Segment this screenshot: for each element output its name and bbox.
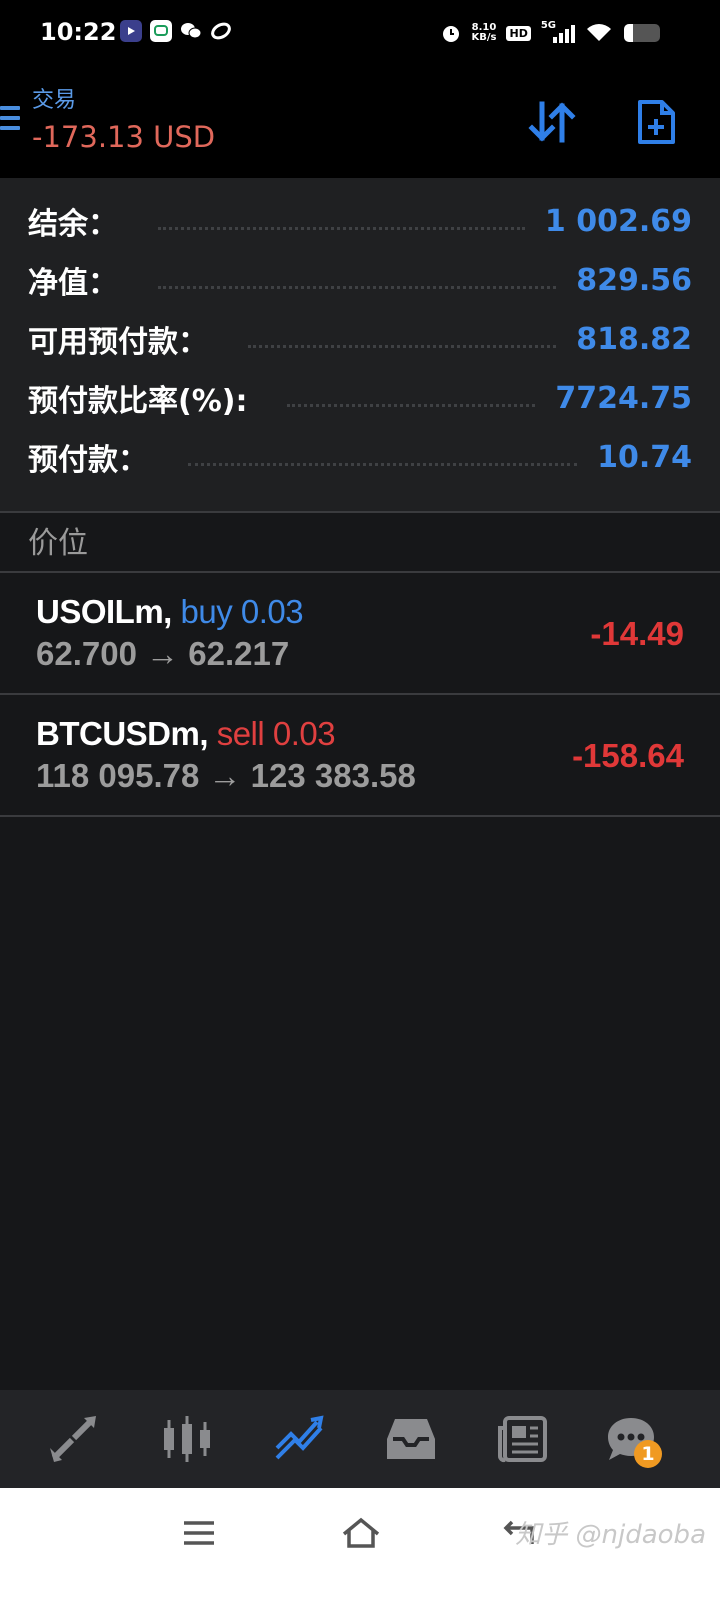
balance-row: 结余： 1 002.69 bbox=[28, 196, 692, 246]
trade-trend-icon bbox=[275, 1415, 324, 1460]
position-profit: -158.64 bbox=[572, 737, 684, 774]
margin-value: 10.74 bbox=[597, 439, 692, 475]
sync-app-icon bbox=[210, 20, 232, 42]
margin-label: 预付款： bbox=[28, 443, 148, 478]
video-app-icon bbox=[120, 20, 142, 42]
bottom-navigation: 1 bbox=[0, 1390, 720, 1488]
nav-messages[interactable]: 1 bbox=[604, 1412, 662, 1468]
balance-label: 结余： bbox=[28, 207, 118, 242]
status-notification-icons bbox=[120, 20, 232, 42]
free-margin-row: 可用预付款： 818.82 bbox=[28, 314, 692, 364]
equity-row: 净值： 829.56 bbox=[28, 255, 692, 305]
position-symbol: USOILm, buy 0.03 bbox=[36, 593, 304, 631]
status-time: 10:22 bbox=[40, 18, 117, 46]
margin-level-row: 预付款比率(%): 7724.75 bbox=[28, 373, 692, 423]
network-type: 5G bbox=[540, 19, 556, 31]
position-divider bbox=[0, 815, 720, 817]
position-profit: -14.49 bbox=[590, 615, 684, 652]
position-side: sell 0.03 bbox=[216, 715, 336, 752]
news-icon bbox=[498, 1416, 547, 1463]
net-speed: 8.10 KB/s bbox=[472, 23, 497, 43]
position-row-2[interactable]: BTCUSDm, sell 0.03 118 095.78 → 123 383.… bbox=[0, 695, 720, 815]
equity-label: 净值： bbox=[28, 266, 118, 301]
sort-arrows-icon bbox=[528, 101, 576, 143]
positions-section-label: 价位 bbox=[28, 526, 88, 561]
hd-icon: HD bbox=[506, 25, 531, 41]
home-icon bbox=[342, 1517, 380, 1548]
home-button[interactable] bbox=[336, 1508, 386, 1558]
system-navigation: 知乎 @njdaoba bbox=[0, 1488, 720, 1600]
position-prices: 118 095.78 → 123 383.58 bbox=[36, 757, 416, 794]
nav-trade[interactable] bbox=[272, 1412, 326, 1466]
wifi-icon bbox=[587, 24, 611, 41]
nav-news[interactable] bbox=[496, 1412, 550, 1466]
battery-icon bbox=[624, 24, 660, 42]
balance-value: 1 002.69 bbox=[544, 203, 692, 239]
new-order-button[interactable] bbox=[628, 94, 684, 150]
messages-badge: 1 bbox=[634, 1440, 662, 1468]
margin-level-label: 预付款比率(%): bbox=[28, 384, 248, 419]
wechat-icon bbox=[180, 20, 202, 42]
new-document-icon bbox=[638, 100, 675, 144]
alarm-icon bbox=[442, 26, 459, 42]
position-row-1[interactable]: USOILm, buy 0.03 62.700 → 62.217 -14.49 bbox=[0, 573, 720, 693]
page-title: 交易 bbox=[32, 88, 77, 113]
position-symbol-name: USOILm, bbox=[36, 593, 172, 630]
sort-button[interactable] bbox=[524, 94, 580, 150]
nav-quotes[interactable] bbox=[46, 1412, 100, 1466]
free-margin-label: 可用预付款： bbox=[28, 325, 208, 360]
position-prices: 62.700 → 62.217 bbox=[36, 635, 290, 672]
watermark: 知乎 @njdaoba bbox=[515, 1520, 706, 1550]
free-margin-value: 818.82 bbox=[576, 321, 692, 357]
net-speed-unit: KB/s bbox=[471, 32, 497, 43]
position-symbol-name: BTCUSDm, bbox=[36, 715, 209, 752]
quotes-arrows-icon bbox=[50, 1416, 96, 1462]
account-summary: 结余： 1 002.69 净值： 829.56 可用预付款： 818.82 预付… bbox=[0, 178, 720, 512]
margin-level-value: 7724.75 bbox=[555, 380, 692, 416]
summary-divider bbox=[0, 511, 720, 513]
nav-history[interactable] bbox=[384, 1412, 438, 1466]
inbox-icon bbox=[387, 1419, 435, 1459]
chat-app-icon bbox=[150, 20, 172, 42]
status-bar: 10:22 8.10 KB/s HD 5G bbox=[0, 0, 720, 66]
app-header: 交易 -173.13 USD bbox=[0, 66, 720, 178]
menu-icon[interactable] bbox=[0, 106, 20, 132]
position-side: buy 0.03 bbox=[180, 593, 304, 630]
recents-button[interactable] bbox=[174, 1508, 224, 1558]
menu-lines-icon bbox=[184, 1521, 214, 1545]
position-symbol: BTCUSDm, sell 0.03 bbox=[36, 715, 336, 753]
candlestick-icon bbox=[164, 1416, 210, 1462]
margin-row: 预付款： 10.74 bbox=[28, 432, 692, 482]
total-profit: -173.13 USD bbox=[32, 120, 216, 154]
equity-value: 829.56 bbox=[576, 262, 692, 298]
nav-chart[interactable] bbox=[160, 1412, 214, 1466]
